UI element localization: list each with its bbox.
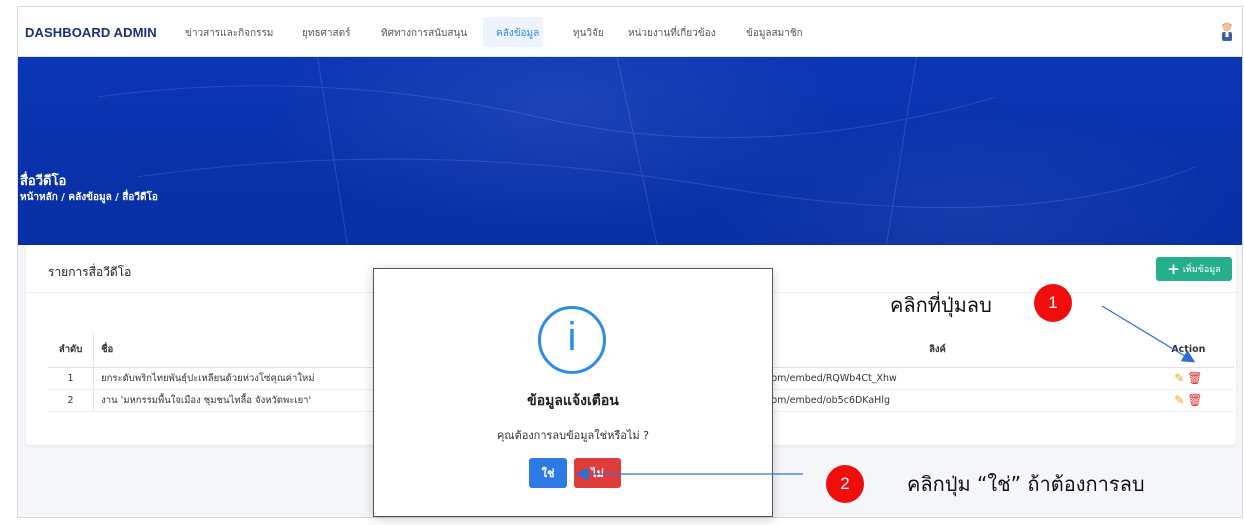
add-data-button[interactable]: + เพิ่มข้อมูล — [1156, 257, 1232, 281]
row-index: 2 — [48, 389, 94, 412]
page-header-banner: สื่อวีดีโอ หน้าหลัก / คลังข้อมูล / สื่อว… — [18, 57, 1242, 245]
plus-icon: + — [1167, 259, 1180, 278]
edit-pencil-icon[interactable]: ✎ — [1174, 393, 1184, 407]
step2-instruction: คลิกปุ่ม “ใช่” ถ้าต้องการลบ — [907, 472, 1145, 496]
step1-badge: 1 — [1034, 284, 1072, 322]
dialog-message: คุณต้องการลบข้อมูลใช่หรือไม่ ? — [497, 429, 649, 442]
brand-logo[interactable]: DASHBOARD ADMIN — [25, 25, 157, 40]
header-link[interactable]: ลิงค์ — [732, 333, 1143, 368]
delete-trash-icon[interactable]: 🗑 — [1187, 371, 1202, 385]
page-title: สื่อวีดีโอ — [20, 174, 67, 189]
nav-item-members[interactable]: ข้อมูลสมาชิก — [746, 26, 803, 41]
row-link[interactable]: ube.com/embed/ob5c6DKaHlg — [732, 389, 1143, 412]
row-index: 1 — [48, 367, 94, 390]
info-glyph: i — [567, 315, 577, 359]
dialog-title: ข้อมูลแจ้งเตือน — [527, 393, 619, 409]
edit-pencil-icon[interactable]: ✎ — [1174, 371, 1184, 385]
nav-item-support-direction[interactable]: ทิศทางการสนับสนุน — [381, 26, 467, 41]
nav-item-news[interactable]: ข่าวสารและกิจกรรม — [185, 26, 273, 41]
confirm-delete-dialog: i ข้อมูลแจ้งเตือน คุณต้องการลบข้อมูลใช่ห… — [373, 268, 773, 517]
breadcrumb[interactable]: หน้าหลัก / คลังข้อมูล / สื่อวีดีโอ — [20, 190, 158, 205]
card-title: รายการสื่อวีดีโอ — [48, 265, 132, 279]
top-navigation: DASHBOARD ADMIN ข่าวสารและกิจกรรม ยุทธศา… — [18, 7, 1242, 57]
nav-item-research-fund[interactable]: ทุนวิจัย — [573, 26, 604, 41]
header-index[interactable]: ลำดับ — [48, 333, 94, 368]
user-avatar-icon[interactable] — [1220, 21, 1234, 43]
map-pattern — [97, 57, 1197, 245]
nav-item-related-agencies[interactable]: หน่วยงานที่เกี่ยวข้อง — [628, 26, 716, 41]
row-link[interactable]: ube.com/embed/RQWb4Ct_Xhw — [732, 367, 1143, 390]
nav-item-strategy[interactable]: ยุทธศาสตร์ — [302, 26, 351, 41]
row-actions: ✎ 🗑 — [1142, 389, 1234, 412]
delete-trash-icon[interactable]: 🗑 — [1187, 393, 1202, 407]
step2-badge: 2 — [826, 465, 864, 503]
info-icon: i — [538, 306, 606, 374]
confirm-yes-button[interactable]: ใช่ — [529, 458, 567, 488]
add-data-label: เพิ่มข้อมูล — [1182, 265, 1221, 275]
nav-item-data-repository[interactable]: คลังข้อมูล — [496, 26, 539, 41]
row-actions: ✎ 🗑 — [1142, 367, 1234, 390]
step1-instruction: คลิกที่ปุ่มลบ — [890, 293, 992, 317]
confirm-no-button[interactable]: ไม่ — [574, 458, 621, 488]
header-action: Action — [1142, 333, 1234, 368]
